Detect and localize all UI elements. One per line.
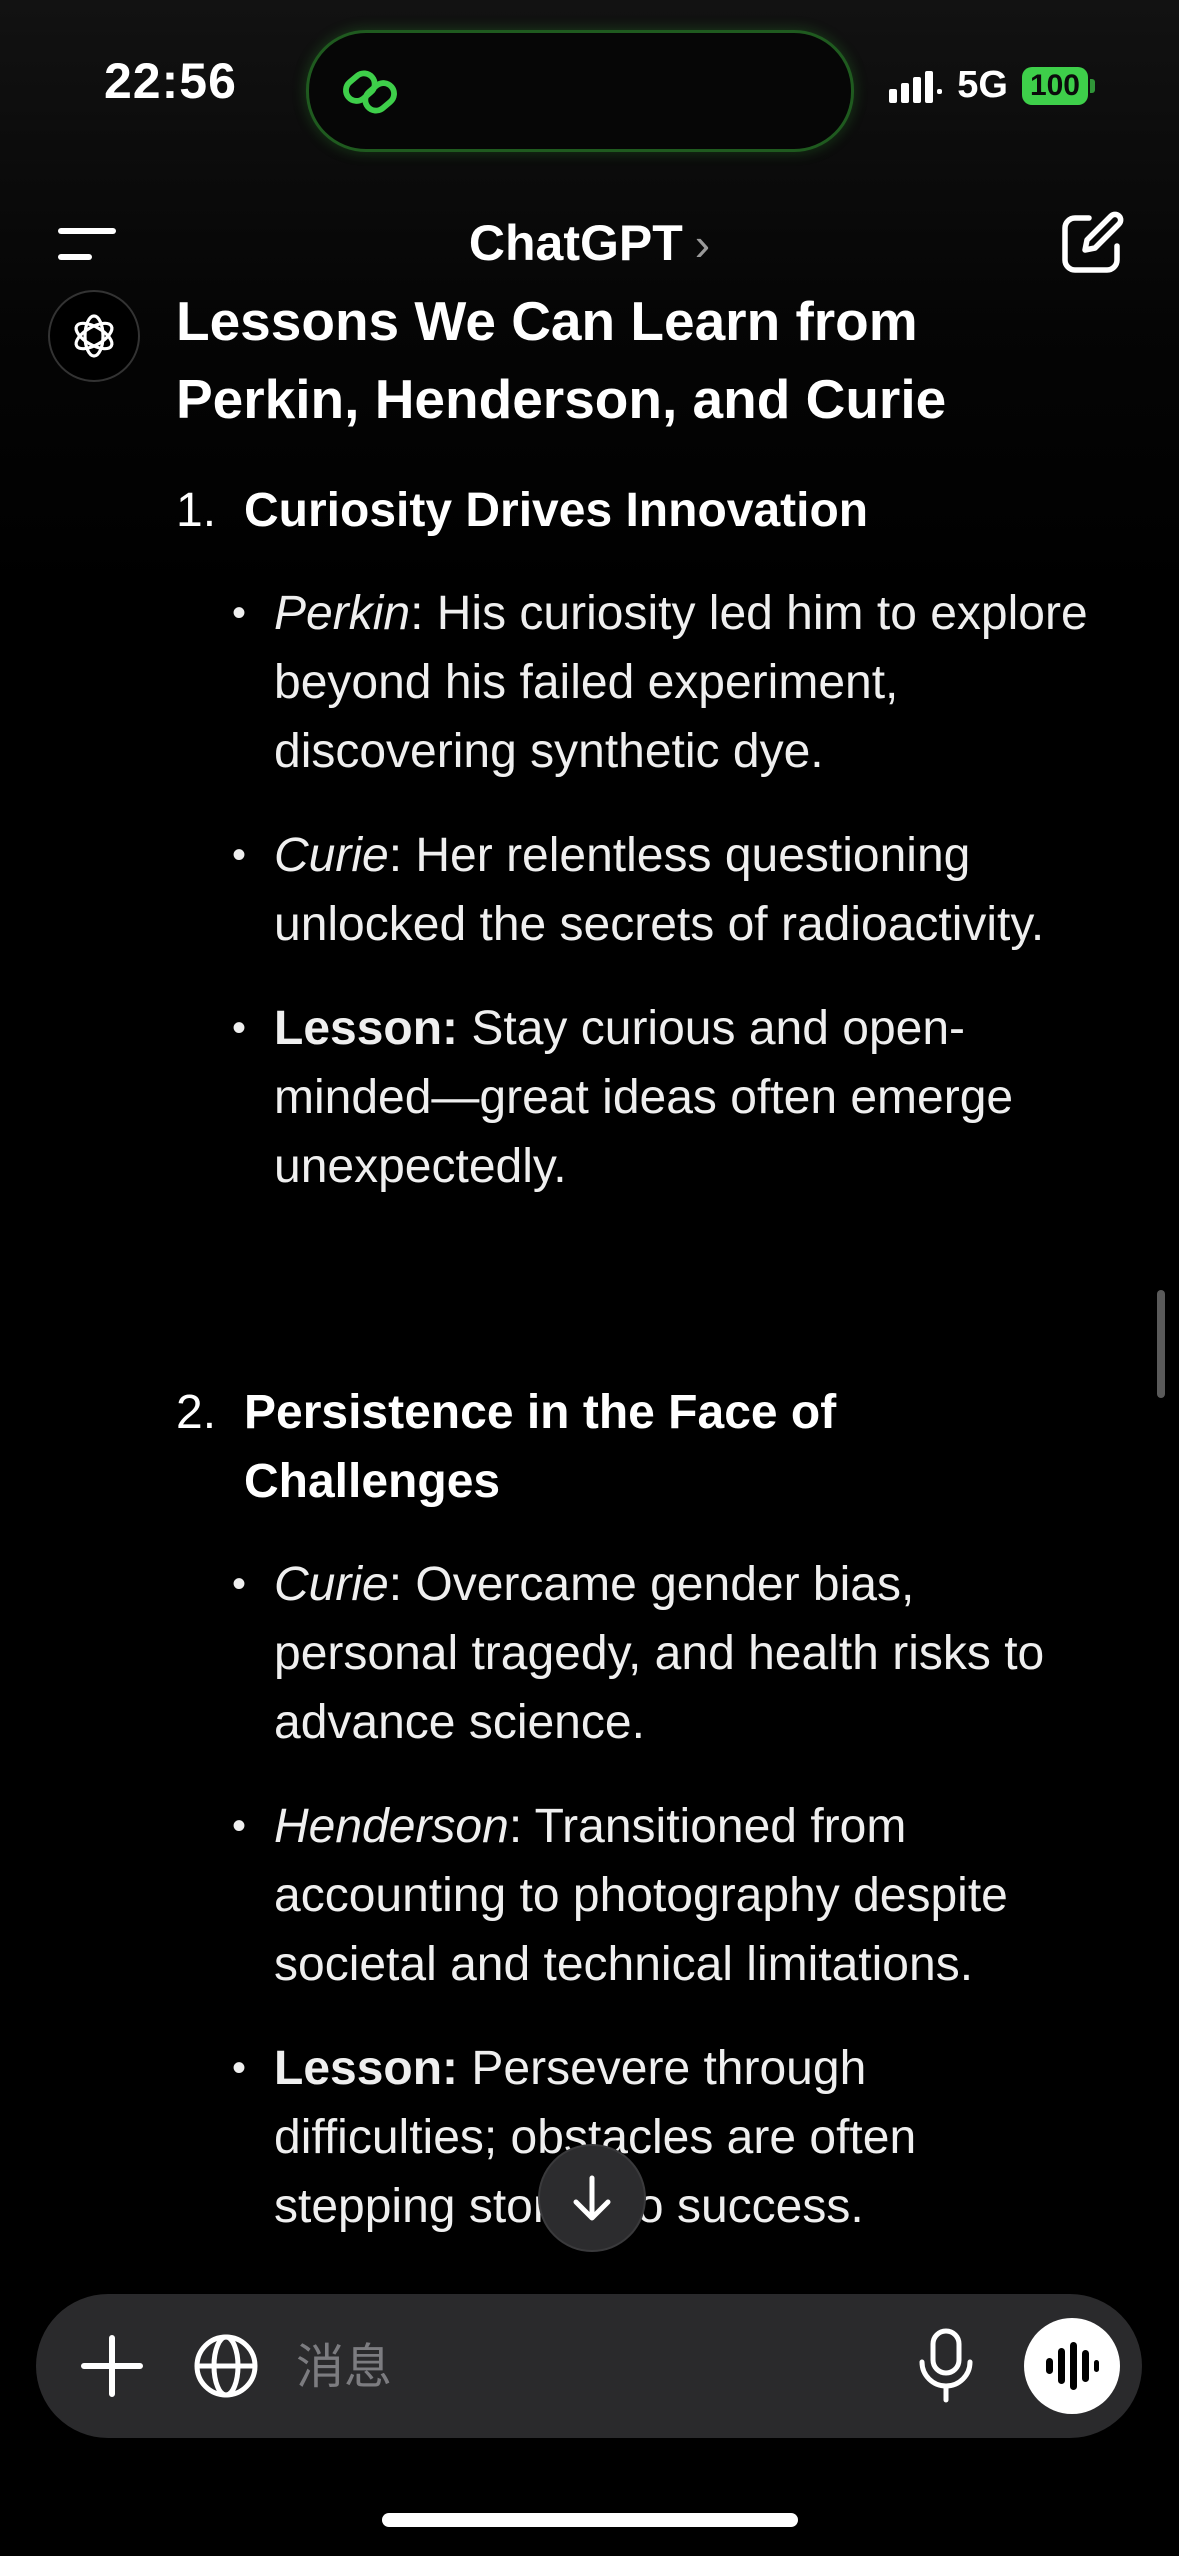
bullet-lead: Lesson: <box>274 1002 459 1055</box>
bullet-dot: • <box>232 833 247 877</box>
list-item: • Lesson: Stay curious and open-minded—g… <box>176 994 1096 1201</box>
plus-icon[interactable] <box>76 2330 148 2402</box>
bullet-list: • Perkin: His curiosity led him to explo… <box>176 579 1096 1201</box>
compose-icon[interactable] <box>1059 210 1125 276</box>
microphone-icon[interactable] <box>916 2328 976 2404</box>
status-indicators: 5G 100 <box>889 64 1095 107</box>
globe-icon[interactable] <box>192 2332 260 2400</box>
battery-tip <box>1090 78 1095 93</box>
bullet-lead: Henderson <box>274 1800 509 1853</box>
lesson-section-2: 2. Persistence in the Face of Challenges… <box>176 1378 1096 2260</box>
message-input[interactable] <box>294 2324 938 2410</box>
voice-waveform-icon <box>1046 2342 1099 2390</box>
list-item: • Curie: Her relentless questioning unlo… <box>176 821 1096 959</box>
network-type: 5G <box>957 64 1008 106</box>
section-number: 2. <box>176 1386 217 1439</box>
bullet-dot: • <box>232 1006 247 1050</box>
bullet-dot: • <box>232 2046 247 2090</box>
chain-link-icon <box>343 70 397 114</box>
bullet-lead: Lesson: <box>274 2042 459 2095</box>
bullet-list: • Curie: Overcame gender bias, personal … <box>176 1550 1096 2241</box>
bullet-lead: Curie <box>274 829 389 882</box>
bullet-sep: : <box>410 587 424 640</box>
scrollbar[interactable] <box>1157 1290 1165 1398</box>
response-heading: Lessons We Can Learn from Perkin, Hender… <box>176 290 947 430</box>
assistant-avatar <box>48 290 140 382</box>
section-number: 1. <box>176 484 217 537</box>
lesson-section-1: 1. Curiosity Drives Innovation • Perkin:… <box>176 476 1096 1236</box>
bullet-lead: Curie <box>274 1558 389 1611</box>
openai-logo-icon <box>74 314 114 358</box>
status-time: 22:56 <box>104 53 237 109</box>
chevron-right-icon: › <box>694 218 711 270</box>
list-item: • Henderson: Transitioned from accountin… <box>176 1792 1096 1999</box>
section-title-text: Curiosity Drives Innovation <box>244 484 869 537</box>
list-item: • Perkin: His curiosity led him to explo… <box>176 579 1096 786</box>
section-title: 1. Curiosity Drives Innovation <box>176 476 1096 545</box>
scroll-to-bottom-button[interactable] <box>538 2144 646 2252</box>
signal-strength-icon <box>889 70 943 103</box>
section-title-text: Persistence in the Face of Challenges <box>244 1386 837 1508</box>
voice-mode-button[interactable] <box>1024 2318 1120 2414</box>
bullet-lead: Perkin <box>274 587 411 640</box>
dynamic-island[interactable] <box>306 30 854 152</box>
bullet-dot: • <box>232 1562 247 1606</box>
home-indicator[interactable] <box>382 2513 798 2527</box>
conversation-view[interactable]: Lessons We Can Learn from Perkin, Hender… <box>0 290 1179 2260</box>
bullet-dot: • <box>232 1804 247 1848</box>
section-title: 2. Persistence in the Face of Challenges <box>176 1378 1096 1516</box>
bullet-sep: : <box>388 1558 403 1611</box>
list-item: • Curie: Overcame gender bias, personal … <box>176 1550 1096 1757</box>
model-selector[interactable]: ChatGPT › <box>0 214 1179 272</box>
bullet-dot: • <box>232 591 247 635</box>
nav-title-text: ChatGPT <box>468 215 683 271</box>
chat-screen: 22:56 5G 100 ChatGPT › Lessons We Can Le… <box>0 0 1179 2556</box>
bullet-sep: : <box>388 829 403 882</box>
arrow-down-icon <box>573 2175 611 2221</box>
bullet-sep: : <box>508 1800 523 1853</box>
message-composer <box>36 2294 1142 2438</box>
status-bar: 22:56 5G 100 <box>0 0 1179 170</box>
battery-level: 100 <box>1021 66 1088 105</box>
battery-icon: 100 <box>1021 66 1095 105</box>
nav-bar: ChatGPT › <box>0 200 1179 290</box>
